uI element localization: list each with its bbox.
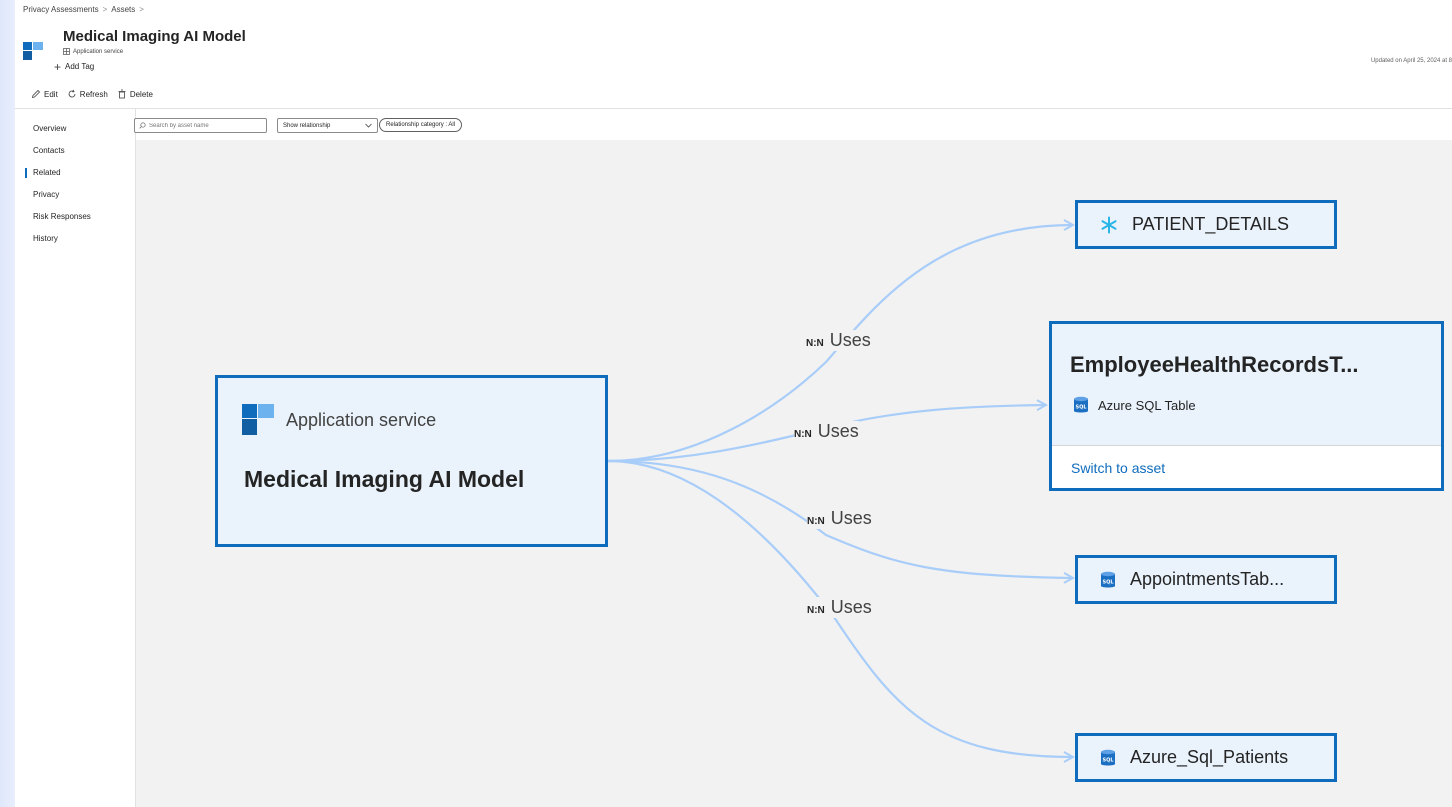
edge-cardinality: N:N: [794, 429, 812, 440]
breadcrumb-separator: >: [139, 5, 144, 14]
target-node-employee-health-records[interactable]: EmployeeHealthRecordsT... SQL Azure SQL …: [1049, 321, 1444, 491]
target-node-type: SQL Azure SQL Table: [1073, 396, 1196, 414]
svg-text:SQL: SQL: [1102, 579, 1114, 585]
app-frame: Privacy Assessments > Assets > Medical I…: [15, 0, 1452, 807]
target-node-name: EmployeeHealthRecordsT...: [1070, 352, 1359, 377]
plus-icon: +: [54, 59, 62, 74]
delete-button[interactable]: Delete: [117, 89, 153, 99]
grid-icon: [63, 48, 70, 55]
application-service-icon: [242, 404, 274, 435]
breadcrumb-separator: >: [102, 5, 108, 14]
switch-to-asset-link[interactable]: Switch to asset: [1071, 460, 1165, 476]
nav-item-overview[interactable]: Overview: [15, 118, 135, 140]
edge-label: N:N Uses: [807, 508, 872, 529]
target-node-name: PATIENT_DETAILS: [1132, 214, 1290, 234]
nav-item-contacts[interactable]: Contacts: [15, 140, 135, 162]
asset-type-text: Application service: [73, 48, 124, 55]
chevron-down-icon: [365, 123, 372, 128]
edge-relationship: Uses: [830, 597, 872, 617]
nav-item-related[interactable]: Related: [15, 162, 135, 184]
target-node-patient-details[interactable]: PATIENT_DETAILS: [1075, 200, 1337, 249]
toolbar: Edit Refresh Delete: [31, 89, 153, 99]
sql-database-icon: SQL: [1074, 396, 1088, 413]
header-divider: [15, 108, 1452, 109]
edge-cardinality: N:N: [807, 605, 825, 616]
edge-relationship: Uses: [817, 421, 859, 441]
add-tag-label: Add Tag: [65, 62, 95, 71]
refresh-label: Refresh: [79, 89, 108, 99]
search-icon: [139, 122, 146, 129]
left-nav: Overview Contacts Related Privacy Risk R…: [15, 118, 135, 250]
search-input[interactable]: [149, 122, 259, 129]
relationship-graph-canvas[interactable]: Application service Medical Imaging AI M…: [136, 140, 1452, 807]
relationship-category-filter[interactable]: Relationship category : All: [379, 118, 463, 132]
search-box[interactable]: [134, 118, 267, 133]
sql-database-icon: SQL: [1101, 571, 1115, 587]
detail-card-header: EmployeeHealthRecordsT... SQL Azure SQL …: [1052, 324, 1441, 446]
trash-icon: [118, 89, 126, 99]
target-node-type-label: Azure SQL Table: [1098, 397, 1196, 413]
relationship-dropdown[interactable]: Show relationship: [277, 118, 378, 133]
add-tag-button[interactable]: + Add Tag: [54, 59, 95, 74]
source-node-type-label: Application service: [286, 409, 437, 430]
refresh-icon: [68, 89, 76, 98]
edge-relationship: Uses: [830, 508, 872, 528]
source-node-name: Medical Imaging AI Model: [244, 466, 525, 492]
sql-database-icon: SQL: [1101, 749, 1115, 765]
svg-text:SQL: SQL: [1102, 757, 1114, 763]
edge-label: N:N Uses: [807, 597, 872, 618]
edge-cardinality: N:N: [807, 516, 825, 527]
edit-label: Edit: [44, 89, 58, 99]
breadcrumb-item-assets[interactable]: Assets: [111, 5, 135, 14]
target-node-appointments[interactable]: SQL AppointmentsTab...: [1075, 555, 1337, 604]
application-service-icon: [23, 42, 43, 60]
delete-label: Delete: [129, 89, 153, 99]
target-node-azure-sql-patients[interactable]: SQL Azure_Sql_Patients: [1075, 733, 1337, 782]
relationship-dropdown-value: Show relationship: [283, 122, 331, 129]
nav-item-risk-responses[interactable]: Risk Responses: [15, 206, 135, 228]
breadcrumb: Privacy Assessments > Assets >: [23, 5, 144, 14]
edge-label: N:N Uses: [806, 330, 871, 351]
source-node[interactable]: Application service Medical Imaging AI M…: [215, 375, 608, 547]
updated-timestamp: Updated on April 25, 2024 at 8: [1370, 58, 1452, 64]
source-node-type: Application service: [242, 404, 436, 436]
breadcrumb-item-privacy-assessments[interactable]: Privacy Assessments: [23, 5, 99, 14]
svg-text:SQL: SQL: [1075, 405, 1087, 411]
edge-cardinality: N:N: [806, 338, 824, 349]
refresh-button[interactable]: Refresh: [67, 89, 108, 99]
edge-relationship: Uses: [829, 330, 871, 350]
page-title: Medical Imaging AI Model: [63, 28, 246, 45]
pencil-icon: [31, 89, 41, 99]
edge-label: N:N Uses: [794, 421, 859, 442]
asset-type-label: Application service: [63, 48, 123, 55]
edit-button[interactable]: Edit: [31, 89, 58, 99]
nav-item-privacy[interactable]: Privacy: [15, 184, 135, 206]
nav-item-history[interactable]: History: [15, 228, 135, 250]
snowflake-icon: [1101, 216, 1117, 233]
target-node-name: AppointmentsTab...: [1130, 569, 1285, 589]
target-node-name: Azure_Sql_Patients: [1130, 747, 1289, 767]
